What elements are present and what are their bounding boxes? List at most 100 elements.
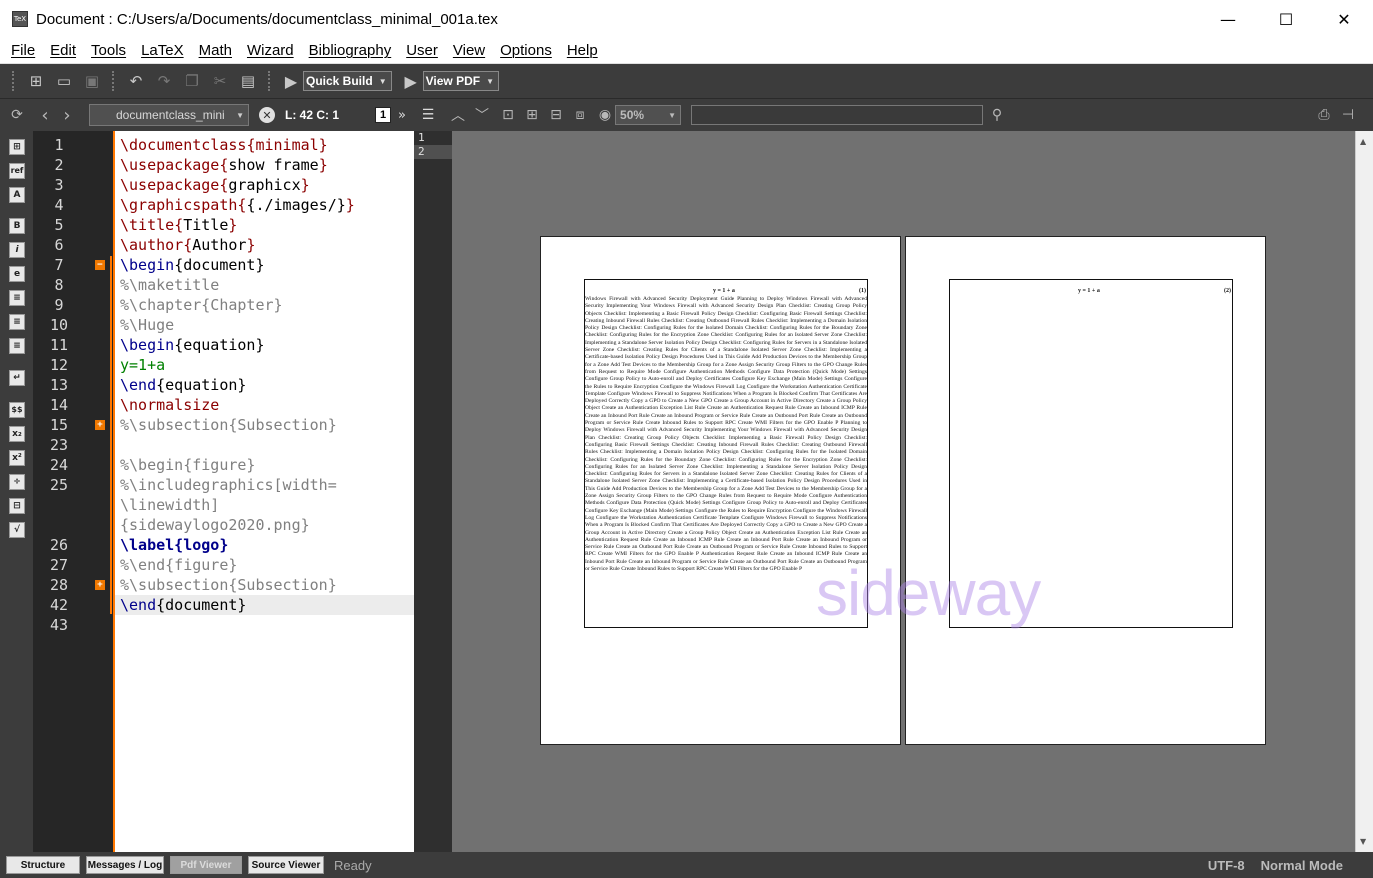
itemize-icon[interactable]: ≡ xyxy=(9,290,25,306)
close-document-icon[interactable]: ✕ xyxy=(259,107,275,123)
menu-view[interactable]: View xyxy=(446,42,493,59)
line-number: 8 xyxy=(54,276,64,294)
code-line: y=1+a xyxy=(120,356,166,374)
print-icon[interactable]: ⎙ xyxy=(1315,104,1333,126)
tab-pdf-viewer[interactable]: Pdf Viewer xyxy=(170,856,242,874)
subscript-icon[interactable]: x₂ xyxy=(9,426,25,442)
menu-options[interactable]: Options xyxy=(493,42,560,59)
line-number: 9 xyxy=(54,296,64,314)
view-pdf-dropdown[interactable]: View PDF ▼ xyxy=(422,71,499,91)
enumerate-icon[interactable]: ≡ xyxy=(9,314,25,330)
fraction-icon[interactable]: ÷ xyxy=(9,474,25,490)
pdf-vertical-scrollbar[interactable]: ▲ ▼ xyxy=(1355,131,1373,852)
fit-window-icon[interactable]: ⧈ xyxy=(571,104,589,126)
chevron-down-icon: ▼ xyxy=(668,110,677,120)
open-folder-icon[interactable]: ▭ xyxy=(53,70,75,92)
math-mode-icon[interactable]: $$ xyxy=(9,402,25,418)
newline-icon[interactable]: ↵ xyxy=(9,370,25,386)
mode-indicator[interactable]: Normal Mode xyxy=(1261,858,1343,873)
zoom-selector[interactable]: 50% ▼ xyxy=(615,105,682,125)
title-bar: TeX Document : C:/Users/a/Documents/docu… xyxy=(0,0,1373,38)
fit-width-icon[interactable]: ⊞ xyxy=(523,104,541,126)
pdf-viewer[interactable]: y = 1 + a (1) Windows Firewall with Adva… xyxy=(452,131,1355,852)
line-number: 12 xyxy=(49,356,69,374)
code-line: \title{Title} xyxy=(120,216,238,234)
superscript-icon[interactable]: x² xyxy=(9,450,25,466)
fit-height-icon[interactable]: ⊟ xyxy=(547,104,565,126)
eye-view-icon[interactable]: ◉ xyxy=(595,104,615,126)
fold-expand-icon[interactable]: + xyxy=(95,580,105,590)
dfrac-icon[interactable]: ⊟ xyxy=(9,498,25,514)
tab-messages-log[interactable]: Messages / Log xyxy=(86,856,164,874)
close-window-button[interactable]: ✕ xyxy=(1315,0,1373,38)
sqrt-icon[interactable]: √ xyxy=(9,522,25,538)
tab-structure[interactable]: Structure xyxy=(6,856,80,874)
menu-latex[interactable]: LaTeX xyxy=(134,42,192,59)
font-a-icon[interactable]: A xyxy=(9,187,25,203)
fold-expand-icon[interactable]: + xyxy=(95,420,105,430)
scroll-up-icon[interactable]: ▲ xyxy=(1360,137,1366,146)
compile-play-icon[interactable]: ▶ xyxy=(282,70,300,92)
menu-wizard[interactable]: Wizard xyxy=(240,42,302,59)
line-number: 25 xyxy=(49,476,69,494)
status-right: UTF-8 Normal Mode xyxy=(1208,852,1343,878)
menu-user[interactable]: User xyxy=(399,42,446,59)
menu-math[interactable]: Math xyxy=(192,42,240,59)
scroll-down-icon[interactable]: ▼ xyxy=(1360,837,1366,846)
italic-icon[interactable]: i xyxy=(9,242,25,258)
back-arrow-icon[interactable]: ‹ xyxy=(37,104,53,126)
minimize-button[interactable]: — xyxy=(1199,0,1257,38)
tab-source-viewer[interactable]: Source Viewer xyxy=(248,856,324,874)
pin-icon[interactable]: ⊣ xyxy=(1339,104,1357,126)
page-number-box[interactable]: 1 xyxy=(375,107,392,123)
document-selector[interactable]: documentclass_mini ▼ xyxy=(89,104,249,126)
menu-file[interactable]: File xyxy=(4,42,43,59)
pdf-page-1: y = 1 + a (1) Windows Firewall with Adva… xyxy=(540,236,901,745)
toolbar-grip[interactable] xyxy=(12,71,16,91)
code-line: \usepackage{graphicx} xyxy=(120,176,310,194)
line-number: 5 xyxy=(54,216,64,234)
line-number: 11 xyxy=(49,336,69,354)
code-line: \normalsize xyxy=(120,396,220,414)
save-icon[interactable]: ▣ xyxy=(81,70,103,92)
page-list-item[interactable]: 2 xyxy=(414,145,452,159)
menu-tools[interactable]: Tools xyxy=(84,42,134,59)
emph-icon[interactable]: e xyxy=(9,266,25,282)
forward-arrow-icon[interactable]: › xyxy=(59,104,75,126)
code-line: \label{logo} xyxy=(120,536,229,554)
bold-icon[interactable]: B xyxy=(9,218,25,234)
ref-icon[interactable]: ref xyxy=(9,163,25,179)
redo-icon[interactable]: ↷ xyxy=(153,70,175,92)
line-number: 1 xyxy=(54,136,64,154)
toolbar-grip-2[interactable] xyxy=(112,71,116,91)
line-number: 24 xyxy=(49,456,69,474)
fold-collapse-icon[interactable]: − xyxy=(95,260,105,270)
structure-list-icon[interactable]: ☰ xyxy=(419,104,437,126)
code-line: \documentclass{minimal} xyxy=(120,136,328,154)
copy-icon[interactable]: ❐ xyxy=(181,70,203,92)
page-list-item[interactable]: 1 xyxy=(414,131,452,145)
code-editor[interactable]: \documentclass{minimal} \usepackage{show… xyxy=(113,131,414,852)
encoding-indicator[interactable]: UTF-8 xyxy=(1208,858,1245,873)
new-file-icon[interactable]: ⊞ xyxy=(25,70,47,92)
fit-page-icon[interactable]: ⊡ xyxy=(499,104,517,126)
paste-icon[interactable]: ▤ xyxy=(237,70,259,92)
menu-help[interactable]: Help xyxy=(560,42,606,59)
toolbar-grip-3[interactable] xyxy=(268,71,272,91)
maximize-button[interactable]: ☐ xyxy=(1257,0,1315,38)
more-arrows-icon[interactable]: » xyxy=(395,104,409,126)
chevron-up-icon[interactable]: ︿ xyxy=(449,104,467,126)
menu-bibliography[interactable]: Bibliography xyxy=(302,42,400,59)
chevron-down-icon[interactable]: ﹀ xyxy=(473,104,491,126)
undo-icon[interactable]: ↶ xyxy=(125,70,147,92)
description-icon[interactable]: ≡ xyxy=(9,338,25,354)
view-play-icon[interactable]: ▶ xyxy=(402,70,420,92)
quick-build-dropdown[interactable]: Quick Build ▼ xyxy=(303,71,392,91)
sync-icon[interactable]: ⟳ xyxy=(7,104,27,126)
pdf-search-input[interactable] xyxy=(691,105,984,125)
search-icon[interactable]: ⚲ xyxy=(989,104,1005,126)
menu-edit[interactable]: Edit xyxy=(43,42,84,59)
line-number: 14 xyxy=(49,396,69,414)
insert-icon[interactable]: ⊞ xyxy=(9,139,25,155)
cut-icon[interactable]: ✂ xyxy=(209,70,231,92)
